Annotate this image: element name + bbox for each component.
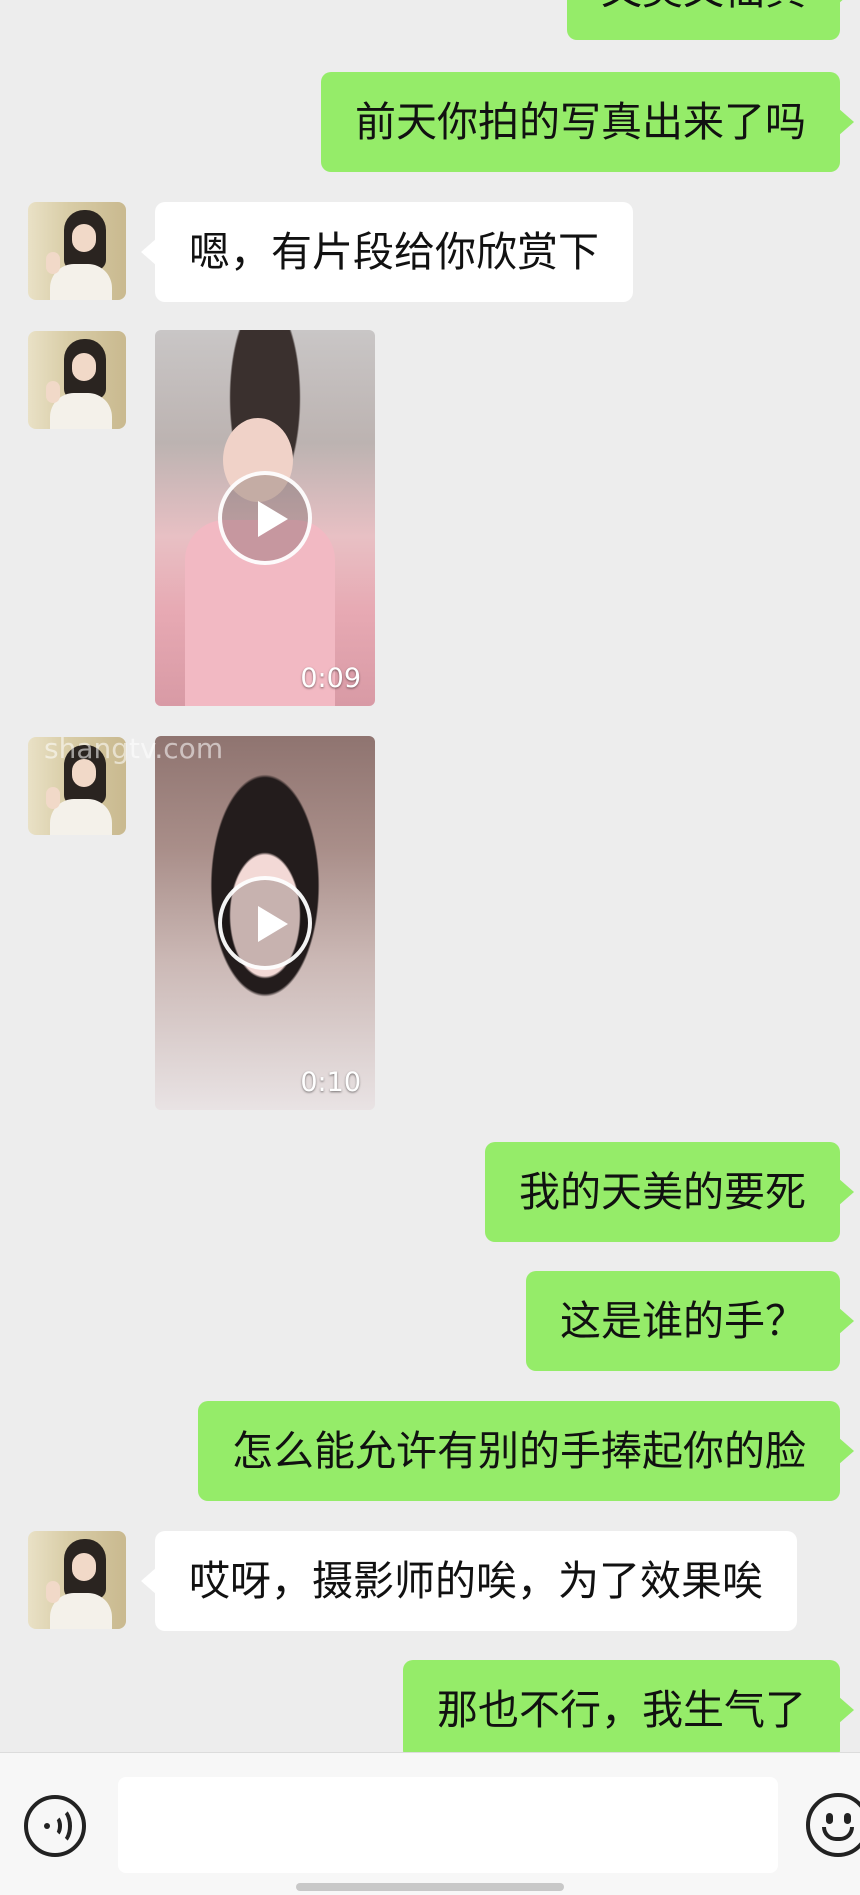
message-text: 嗯，有片段给你欣赏下 — [189, 228, 599, 276]
emoji-icon[interactable] — [806, 1793, 860, 1857]
message-out[interactable]: 前天你拍的写真出来了吗 — [321, 72, 854, 172]
message-text: 怎么能允许有别的手捧起你的脸 — [232, 1427, 806, 1475]
message-text: 这是谁的手？ — [560, 1297, 806, 1345]
message-text: 哎呀，摄影师的唉，为了效果唉 — [189, 1557, 763, 1605]
message-in[interactable]: 哎呀，摄影师的唉，为了效果唉 — [141, 1531, 797, 1631]
chat-area[interactable]: 又美又仙真 前天你拍的写真出来了吗 嗯，有片段给你欣赏下 0:09 0:10 s… — [0, 0, 860, 1752]
avatar[interactable] — [28, 1531, 126, 1629]
message-out[interactable]: 这是谁的手？ — [526, 1271, 854, 1371]
message-text: 那也不行，我生气了 — [437, 1686, 806, 1734]
message-out[interactable]: 又美又仙真 — [567, 0, 854, 40]
home-indicator — [296, 1883, 564, 1891]
message-out[interactable]: 怎么能允许有别的手捧起你的脸 — [198, 1401, 854, 1501]
message-out[interactable]: 我的天美的要死 — [485, 1142, 854, 1242]
video-message[interactable]: 0:10 — [155, 736, 375, 1110]
input-bar — [0, 1752, 860, 1895]
message-text: 前天你拍的写真出来了吗 — [355, 98, 806, 146]
avatar[interactable] — [28, 331, 126, 429]
watermark: shangtv.com — [44, 732, 224, 765]
message-text: 我的天美的要死 — [519, 1168, 806, 1216]
message-text: 又美又仙真 — [601, 0, 806, 14]
message-in[interactable]: 嗯，有片段给你欣赏下 — [141, 202, 633, 302]
play-icon[interactable] — [218, 876, 312, 970]
video-duration: 0:09 — [300, 663, 361, 694]
message-out[interactable]: 那也不行，我生气了 — [403, 1660, 854, 1752]
video-message[interactable]: 0:09 — [155, 330, 375, 706]
avatar[interactable] — [28, 202, 126, 300]
voice-input-icon[interactable] — [24, 1795, 86, 1857]
message-input[interactable] — [118, 1777, 778, 1873]
video-duration: 0:10 — [300, 1067, 361, 1098]
play-icon[interactable] — [218, 471, 312, 565]
